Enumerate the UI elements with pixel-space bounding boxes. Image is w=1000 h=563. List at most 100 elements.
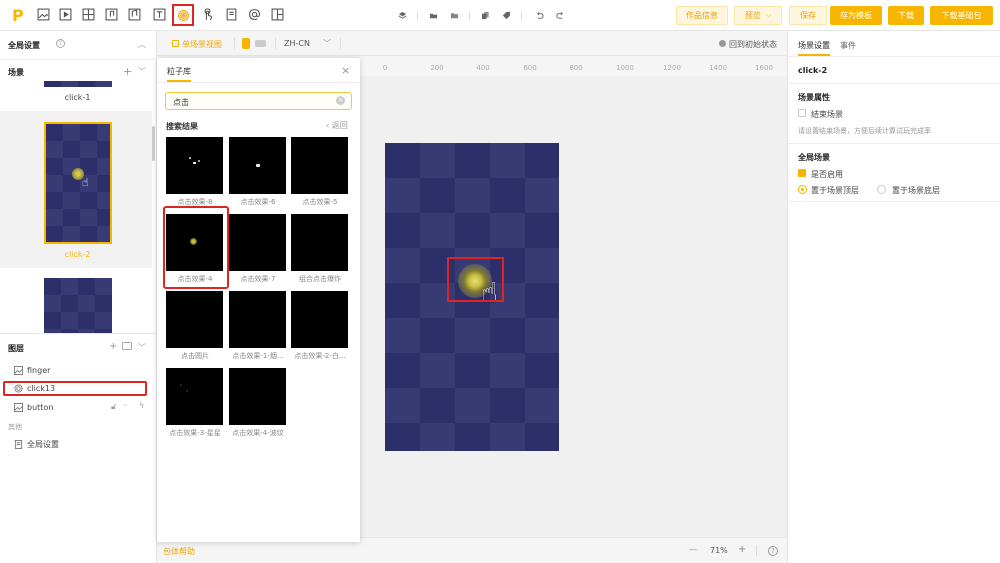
scene-name: click-2 <box>798 66 828 75</box>
chevron-down-icon[interactable]: ﹀ <box>138 66 146 77</box>
download-button[interactable]: 下载 <box>888 6 924 25</box>
particle-library-popup: 粒子库 × 点击 × 搜索结果 ‹ 返回 点击效果-8 点击效果-6 点击效果-… <box>157 58 360 542</box>
layout-tool-icon[interactable] <box>270 7 285 22</box>
particle-item[interactable] <box>291 291 348 348</box>
scene-section-title: 场景 <box>8 68 24 77</box>
audio-tool-icon[interactable] <box>104 7 119 22</box>
download-base-button[interactable]: 下载基础包 <box>930 6 993 25</box>
highlight-box <box>3 381 147 396</box>
finger-icon: ☝ <box>82 176 89 189</box>
particle-item[interactable] <box>166 137 223 194</box>
reset-button[interactable]: 回到初始状态 <box>729 39 777 50</box>
enable-checkbox[interactable] <box>798 169 806 177</box>
end-scene-checkbox[interactable] <box>798 109 806 117</box>
particle-item-label: 点击圆片 <box>181 352 209 360</box>
preview-button[interactable]: 预览 ⌵ <box>734 6 782 25</box>
chevron-down-icon[interactable]: ﹀ <box>138 342 146 353</box>
particle-item[interactable] <box>291 137 348 194</box>
ruler-tick: 400 <box>476 64 490 72</box>
clear-icon[interactable]: × <box>336 96 345 105</box>
folder-icon[interactable] <box>427 10 439 21</box>
copy-icon[interactable] <box>479 10 491 21</box>
tab-events[interactable]: 事件 <box>840 40 856 51</box>
top-toolbar: P 作品信息 预览 ⌵ 保存 存为模板 下载 下载基础包 <box>0 0 1000 31</box>
layer-label: finger <box>27 365 51 375</box>
tag-icon[interactable] <box>500 10 512 21</box>
language-select[interactable]: ZH-CN <box>284 39 310 48</box>
search-input[interactable]: 点击 × <box>165 92 352 110</box>
text-tool-icon[interactable] <box>152 7 167 22</box>
save-button[interactable]: 保存 <box>789 6 827 25</box>
folder-icon[interactable] <box>122 342 132 350</box>
scrollbar[interactable] <box>152 126 155 161</box>
particle-item[interactable] <box>229 368 286 425</box>
scene-canvas[interactable]: ☝ <box>385 143 559 451</box>
form-tool-icon[interactable] <box>224 7 239 22</box>
at-tool-icon[interactable] <box>247 7 262 22</box>
chevron-down-icon: ⌵ <box>765 11 772 19</box>
zoom-out-button[interactable]: — <box>689 545 697 554</box>
gesture-tool-icon[interactable] <box>200 7 215 22</box>
add-layer-icon[interactable]: + <box>109 341 117 352</box>
particle-item[interactable] <box>229 214 286 271</box>
particle-item-label: 点击效果-4 <box>177 275 213 283</box>
back-button[interactable]: ‹ 返回 <box>326 120 348 131</box>
chevron-down-icon[interactable]: ﹀ <box>323 38 331 49</box>
particle-item-label: 点击效果-4-波纹 <box>232 429 284 437</box>
scene-thumbnail[interactable] <box>44 278 112 333</box>
work-info-button[interactable]: 作品信息 <box>676 6 728 25</box>
place-top-label: 置于场景顶层 <box>811 186 859 195</box>
zoom-in-button[interactable]: + <box>738 544 746 555</box>
close-icon[interactable]: × <box>341 64 350 77</box>
particle-tool-icon[interactable] <box>172 4 194 26</box>
lightning-icon[interactable]: ϟ <box>139 401 144 410</box>
particle-item[interactable] <box>229 291 286 348</box>
global-scene-title: 全局场景 <box>798 153 830 162</box>
sprite-tool-icon[interactable] <box>81 7 96 22</box>
scene-label: click-1 <box>64 93 91 102</box>
video-tool-icon[interactable] <box>58 7 73 22</box>
end-scene-label: 结束场景 <box>811 110 843 119</box>
particle-item-label: 组合点击爆炸 <box>299 275 341 283</box>
music-tool-icon[interactable] <box>127 7 142 22</box>
chevron-up-icon[interactable]: ︿ <box>138 39 146 50</box>
redo-icon[interactable] <box>554 10 566 21</box>
scene-thumbnail[interactable]: ☝ <box>44 122 112 244</box>
help-icon[interactable]: ? <box>768 546 778 556</box>
image-tool-icon[interactable] <box>36 7 51 22</box>
particle-item[interactable] <box>291 214 348 271</box>
reset-icon[interactable] <box>719 40 726 47</box>
document-icon <box>13 439 23 449</box>
scene-thumbnail[interactable] <box>44 81 112 87</box>
particle-item-label: 点击效果-1-烟... <box>232 352 284 360</box>
particle-item[interactable] <box>166 368 223 425</box>
ruler-tick: 1400 <box>709 64 727 72</box>
lock-icon[interactable]: 🔓︎ <box>111 402 116 412</box>
layer-label: button <box>27 402 54 412</box>
right-panel: 场景设置 事件 click-2 场景属性 结束场景 请设置结束场景，方便后续计算… <box>787 31 1000 563</box>
layer-item-button[interactable]: button <box>0 398 157 416</box>
landscape-toggle[interactable] <box>255 40 266 47</box>
visibility-icon[interactable]: ᵕ <box>124 401 127 410</box>
save-template-button[interactable]: 存为模板 <box>830 6 882 25</box>
other-section-title: 其他 <box>8 423 22 431</box>
particle-item-label: 点击效果-3-星星 <box>169 429 221 437</box>
view-mode-label[interactable]: 单场景视图 <box>182 39 222 50</box>
ruler-tick: 800 <box>569 64 583 72</box>
layers-icon[interactable] <box>396 10 408 21</box>
particle-item[interactable] <box>229 137 286 194</box>
popup-title: 粒子库 <box>167 67 191 76</box>
add-scene-icon[interactable]: + <box>123 65 132 78</box>
other-item-label: 全局设置 <box>27 439 59 449</box>
tab-scene-settings[interactable]: 场景设置 <box>798 40 830 51</box>
undo-icon[interactable] <box>533 10 545 21</box>
folder-open-icon[interactable] <box>448 10 460 21</box>
particle-item[interactable] <box>166 291 223 348</box>
place-bottom-radio[interactable] <box>877 185 886 194</box>
place-top-radio[interactable] <box>798 185 807 194</box>
portrait-toggle[interactable] <box>242 38 250 49</box>
help-link[interactable]: 包体帮助 <box>163 546 195 557</box>
layer-item-finger[interactable]: finger <box>0 361 157 379</box>
help-icon[interactable]: ? <box>56 39 65 48</box>
other-item-global-settings[interactable]: 全局设置 <box>0 435 157 453</box>
